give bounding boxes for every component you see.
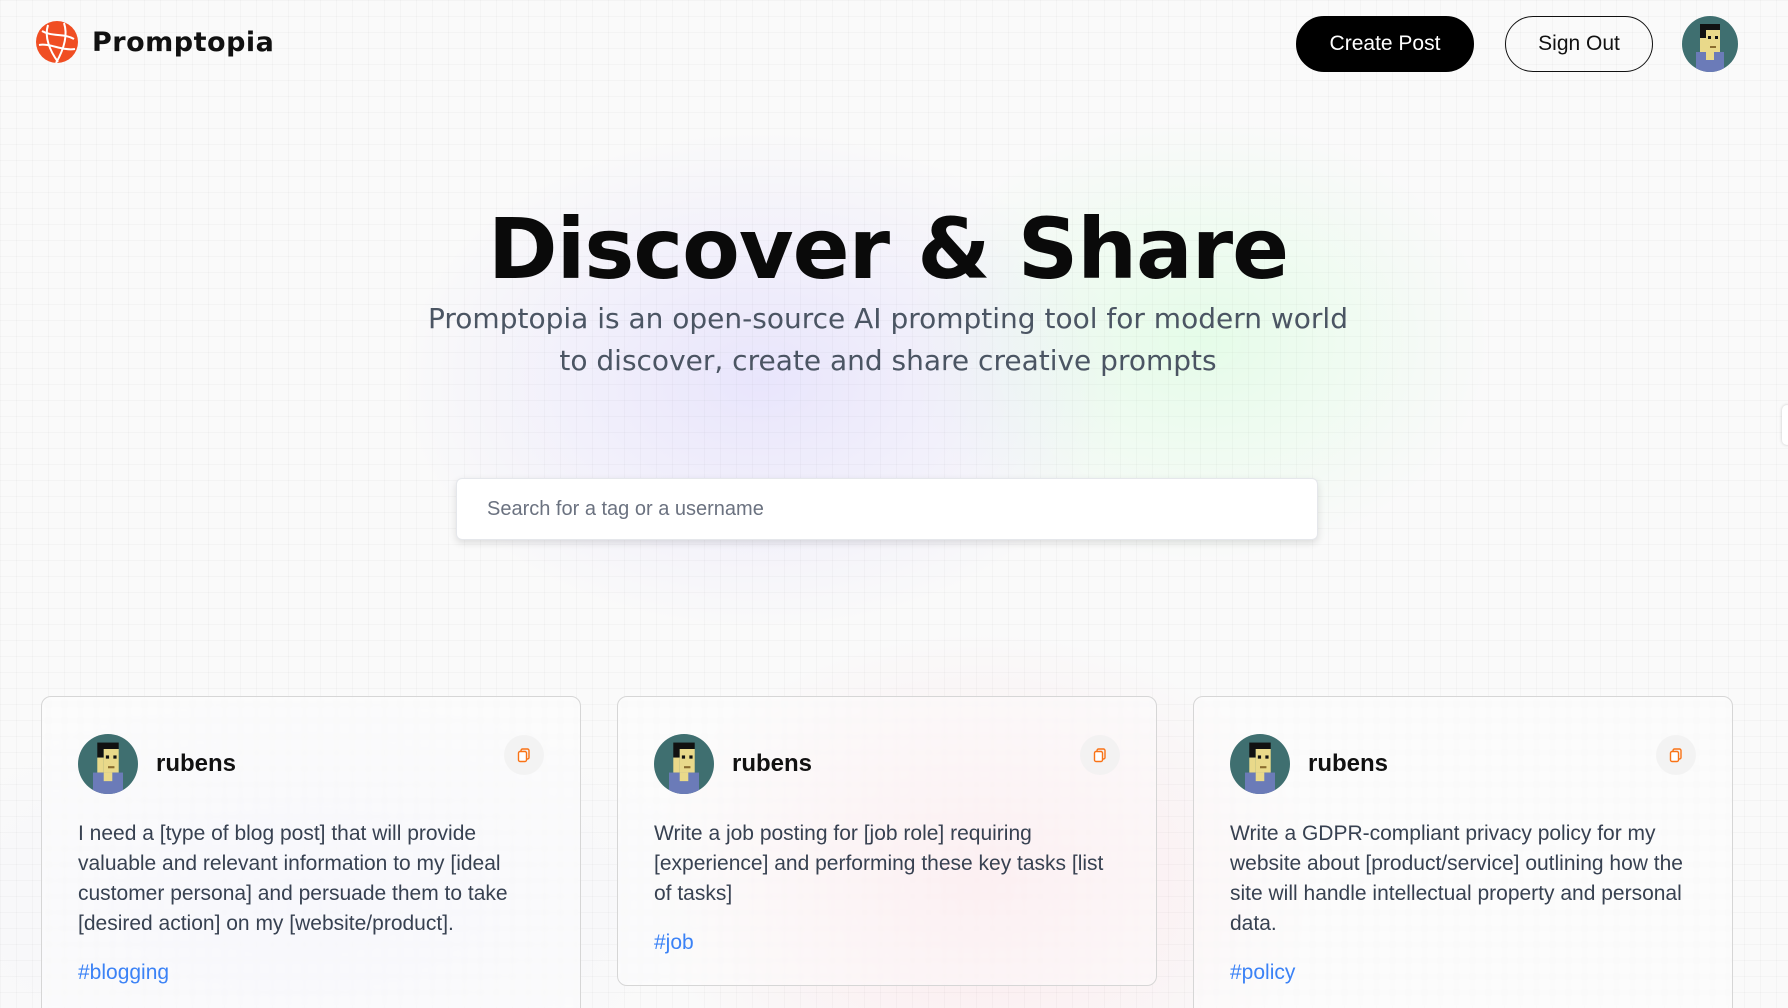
- copy-icon: [517, 748, 530, 763]
- pixel-avatar-icon: [1230, 734, 1290, 794]
- page: Promptopia Create Post Sign Out Discover…: [0, 0, 1788, 1008]
- username[interactable]: rubens: [1308, 750, 1388, 778]
- prompt-text: Write a job posting for [job role] requi…: [654, 822, 1104, 905]
- pixel-avatar-icon: [1682, 16, 1738, 72]
- copy-button[interactable]: [504, 735, 544, 775]
- create-post-button[interactable]: Create Post: [1296, 16, 1474, 72]
- prompt-card: rubens Write a job posting for [job role…: [617, 696, 1157, 986]
- copy-icon: [1093, 748, 1106, 763]
- pixel-avatar-icon: [78, 734, 138, 794]
- tag-link[interactable]: #job: [654, 931, 694, 955]
- copy-icon: [1669, 748, 1682, 763]
- scroll-handle[interactable]: [1782, 405, 1788, 445]
- top-nav: Promptopia Create Post Sign Out: [0, 0, 1788, 88]
- tag-link[interactable]: #blogging: [78, 961, 169, 985]
- user-avatar[interactable]: [78, 734, 138, 794]
- prompt-card: rubens I need a [type of blog post] that…: [41, 696, 581, 1008]
- sign-out-button[interactable]: Sign Out: [1505, 16, 1653, 72]
- pixel-avatar-icon: [654, 734, 714, 794]
- prompt-card: rubens Write a GDPR-compliant privacy po…: [1193, 696, 1733, 1008]
- globe-logo-icon: [36, 21, 78, 64]
- username[interactable]: rubens: [732, 750, 812, 778]
- card-header: rubens: [654, 733, 1120, 795]
- tag-link[interactable]: #policy: [1230, 961, 1295, 985]
- card-header: rubens: [1230, 733, 1696, 795]
- user-avatar[interactable]: [654, 734, 714, 794]
- copy-button[interactable]: [1656, 735, 1696, 775]
- user-avatar[interactable]: [1230, 734, 1290, 794]
- card-header: rubens: [78, 733, 544, 795]
- copy-button[interactable]: [1080, 735, 1120, 775]
- hero-title: Discover & Share: [487, 200, 1289, 298]
- prompt-text: Write a GDPR-compliant privacy policy fo…: [1230, 822, 1683, 935]
- hero-subtitle: Promptopia is an open-source AI promptin…: [428, 302, 1348, 377]
- username[interactable]: rubens: [156, 750, 236, 778]
- profile-avatar[interactable]: [1682, 16, 1738, 72]
- brand-logo[interactable]: Promptopia: [34, 19, 274, 65]
- prompt-text: I need a [type of blog post] that will p…: [78, 822, 508, 935]
- brand-name: Promptopia: [92, 26, 275, 58]
- search-input[interactable]: [456, 478, 1318, 540]
